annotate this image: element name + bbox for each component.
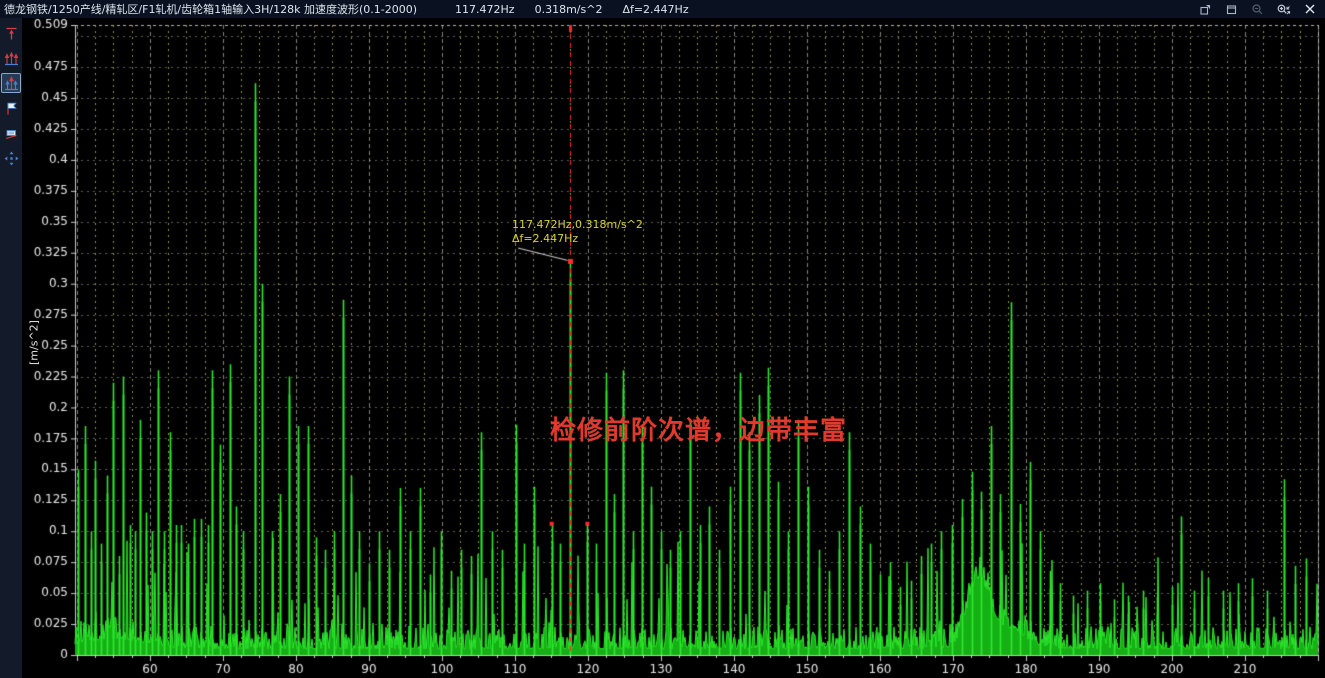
zoom-out-icon — [1251, 3, 1264, 16]
window-controls — [1198, 2, 1325, 17]
flag-marker-icon — [4, 101, 19, 116]
float-window-button[interactable] — [1224, 2, 1239, 17]
harmonic-cursor-button[interactable] — [1, 48, 21, 68]
restore-window-icon — [1199, 3, 1212, 16]
diagnosis-annotation: 检修前阶次谱，边带丰富 — [550, 410, 847, 447]
main-area: [m/s^2] 117.472Hz,0.318m/s^2 Δf=2.447Hz … — [0, 18, 1325, 678]
close-button[interactable] — [1302, 2, 1317, 17]
flag-list-icon — [4, 126, 19, 141]
sideband-cursor-icon — [4, 76, 19, 91]
measurement-path: 德龙钢铁/1250产线/精轧区/F1轧机/齿轮箱1轴输入3H/128k 加速度波… — [4, 1, 417, 17]
cursor-frequency-readout: 117.472Hz — [455, 3, 515, 16]
flag-marker-button[interactable] — [1, 98, 21, 118]
cursor-annotation-line2: Δf=2.447Hz — [512, 232, 643, 246]
restore-window-button[interactable] — [1198, 2, 1213, 17]
single-cursor-button[interactable] — [1, 23, 21, 43]
cursor-annotation-line1: 117.472Hz,0.318m/s^2 — [512, 218, 643, 232]
zoom-fit-button[interactable] — [1276, 2, 1291, 17]
delta-f-readout: Δf=2.447Hz — [622, 3, 688, 16]
close-icon — [1304, 3, 1316, 15]
float-window-icon — [1225, 3, 1238, 16]
cursor-amplitude-readout: 0.318m/s^2 — [535, 3, 603, 16]
spectrum-chart-area: [m/s^2] 117.472Hz,0.318m/s^2 Δf=2.447Hz … — [22, 18, 1325, 678]
cursor-annotation: 117.472Hz,0.318m/s^2 Δf=2.447Hz — [512, 218, 643, 246]
flag-list-button[interactable] — [1, 123, 21, 143]
move-pan-icon — [4, 151, 19, 166]
cursor-toolbar — [0, 18, 22, 678]
harmonic-cursor-icon — [4, 51, 19, 66]
zoom-out-button[interactable] — [1250, 2, 1265, 17]
y-axis-unit-label: [m/s^2] — [28, 313, 41, 373]
title-bar: 德龙钢铁/1250产线/精轧区/F1轧机/齿轮箱1轴输入3H/128k 加速度波… — [0, 0, 1325, 18]
sideband-cursor-button[interactable] — [1, 73, 21, 93]
single-cursor-icon — [4, 26, 19, 41]
move-pan-button[interactable] — [1, 148, 21, 168]
zoom-fit-icon — [1276, 3, 1291, 16]
spectrum-plot[interactable] — [22, 18, 1325, 678]
